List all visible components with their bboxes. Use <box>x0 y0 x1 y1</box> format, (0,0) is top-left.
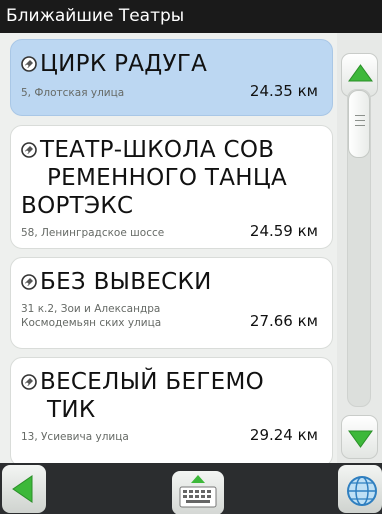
place-title-line: БЕЗ ВЫВЕСКИ <box>40 269 212 295</box>
place-title: ЦИРК РАДУГА <box>21 50 322 78</box>
keyboard-icon <box>179 475 217 508</box>
bottom-toolbar <box>0 463 382 514</box>
place-distance: 29.24 км <box>249 426 318 444</box>
place-address: 13, Усиевича улица <box>21 431 129 443</box>
list-item-place[interactable]: БЕЗ ВЫВЕСКИ 31 к.2, Зои и Александра Кос… <box>10 257 333 349</box>
list-item-place[interactable]: ВЕСЕЛЫЙ БЕГЕМО ТИК 13, Усиевича улица 29… <box>10 357 333 463</box>
back-arrow-icon <box>12 475 33 503</box>
back-button[interactable] <box>2 465 46 513</box>
place-distance: 27.66 км <box>249 312 318 330</box>
place-address: 31 к.2, Зои и Александра Космодемьян ски… <box>21 303 162 329</box>
list-frame <box>0 33 10 463</box>
place-distance: 24.35 км <box>249 82 318 100</box>
globe-icon <box>347 476 377 506</box>
place-pin-icon <box>21 269 37 290</box>
places-list: ЦИРК РАДУГА 5, Флотская улица 24.35 км Т… <box>10 39 335 463</box>
list-item-place[interactable]: ЦИРК РАДУГА 5, Флотская улица 24.35 км <box>10 39 333 116</box>
place-title-line: ТЕАТР-ШКОЛА СОВ <box>40 137 275 163</box>
scroll-track[interactable] <box>347 89 371 407</box>
down-arrow-icon <box>348 430 373 448</box>
place-title: ТЕАТР-ШКОЛА СОВ РЕМЕННОГО ТАНЦА ВОРТЭКС <box>21 136 322 220</box>
place-title-line: ВЕСЕЛЫЙ БЕГЕМО <box>40 369 265 395</box>
scroll-thumb[interactable] <box>348 90 370 158</box>
place-distance: 24.59 км <box>249 222 318 240</box>
window-title: Ближайшие Театры <box>0 0 382 33</box>
place-title-line: РЕМЕННОГО ТАНЦА <box>47 165 288 191</box>
place-pin-icon <box>21 137 37 158</box>
place-address: 58, Ленинградское шоссе <box>21 227 165 239</box>
scroll-down-button[interactable] <box>341 415 378 459</box>
keyboard-button[interactable] <box>172 471 224 514</box>
place-pin-icon <box>21 51 37 72</box>
place-title-line: ВОРТЭКС <box>21 193 134 219</box>
place-title: ВЕСЕЛЫЙ БЕГЕМО ТИК <box>21 368 322 424</box>
place-address: 5, Флотская улица <box>21 87 125 99</box>
map-button[interactable] <box>338 465 382 513</box>
place-title: БЕЗ ВЫВЕСКИ <box>21 268 322 296</box>
place-title-line: ЦИРК РАДУГА <box>40 51 208 77</box>
scrollbar <box>337 33 382 463</box>
place-title-line: ТИК <box>47 397 96 423</box>
app-screen: Ближайшие Театры ЦИРК РАДУГА 5, Флотская… <box>0 0 382 514</box>
list-item-place[interactable]: ТЕАТР-ШКОЛА СОВ РЕМЕННОГО ТАНЦА ВОРТЭКС … <box>10 125 333 249</box>
grip-icon <box>355 115 365 133</box>
place-pin-icon <box>21 369 37 390</box>
